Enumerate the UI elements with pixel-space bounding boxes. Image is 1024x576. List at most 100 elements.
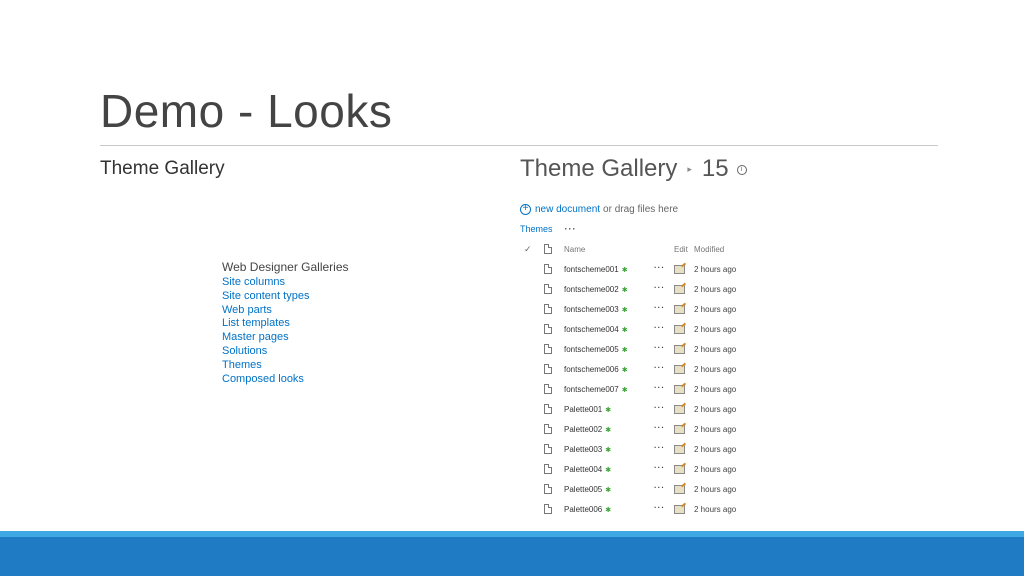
row-ellipsis-menu[interactable]: ··· bbox=[654, 303, 665, 312]
new-item-icon: ✱ bbox=[621, 387, 628, 394]
file-name[interactable]: fontscheme005 ✱ bbox=[564, 345, 628, 354]
file-name-text[interactable]: Palette003 bbox=[564, 445, 602, 454]
edit-icon[interactable] bbox=[674, 385, 685, 394]
file-name[interactable]: Palette006 ✱ bbox=[564, 505, 611, 514]
edit-icon[interactable] bbox=[674, 485, 685, 494]
row-ellipsis-menu[interactable]: ··· bbox=[654, 503, 665, 512]
table-row[interactable]: fontscheme007 ✱ ··· 2 hours ago bbox=[520, 380, 780, 400]
select-all-check[interactable]: ✓ bbox=[524, 244, 532, 255]
gallery-link-solutions[interactable]: Solutions bbox=[222, 345, 349, 359]
gallery-link-site-content-types[interactable]: Site content types bbox=[222, 290, 349, 304]
row-ellipsis-menu[interactable]: ··· bbox=[654, 463, 665, 472]
row-ellipsis-menu[interactable]: ··· bbox=[654, 483, 665, 492]
file-name[interactable]: Palette003 ✱ bbox=[564, 445, 611, 454]
edit-icon[interactable] bbox=[674, 305, 685, 314]
table-row[interactable]: Palette001 ✱ ··· 2 hours ago bbox=[520, 400, 780, 420]
row-ellipsis-menu[interactable]: ··· bbox=[654, 323, 665, 332]
edit-icon[interactable] bbox=[674, 285, 685, 294]
edit-icon[interactable] bbox=[674, 465, 685, 474]
file-name[interactable]: fontscheme002 ✱ bbox=[564, 285, 628, 294]
file-name-text[interactable]: fontscheme007 bbox=[564, 385, 619, 394]
header-edit: Edit bbox=[674, 245, 688, 254]
table-row[interactable]: fontscheme006 ✱ ··· 2 hours ago bbox=[520, 360, 780, 380]
modified-time: 2 hours ago bbox=[694, 285, 737, 294]
file-name[interactable]: Palette001 ✱ bbox=[564, 405, 611, 414]
row-ellipsis-menu[interactable]: ··· bbox=[654, 283, 665, 292]
row-ellipsis-menu[interactable]: ··· bbox=[654, 423, 665, 432]
row-ellipsis-menu[interactable]: ··· bbox=[654, 263, 665, 272]
table-row[interactable]: fontscheme002 ✱ ··· 2 hours ago bbox=[520, 280, 780, 300]
file-name-text[interactable]: fontscheme004 bbox=[564, 325, 619, 334]
modified-time: 2 hours ago bbox=[694, 425, 737, 434]
gallery-link-composed-looks[interactable]: Composed looks bbox=[222, 373, 349, 387]
gallery-link-master-pages[interactable]: Master pages bbox=[222, 331, 349, 345]
info-icon[interactable]: i bbox=[736, 165, 747, 175]
row-ellipsis-menu[interactable]: ··· bbox=[654, 343, 665, 352]
file-name-text[interactable]: fontscheme001 bbox=[564, 265, 619, 274]
document-icon bbox=[544, 324, 552, 334]
edit-icon[interactable] bbox=[674, 425, 685, 434]
edit-icon[interactable] bbox=[674, 265, 685, 274]
file-name[interactable]: Palette005 ✱ bbox=[564, 485, 611, 494]
file-name-text[interactable]: fontscheme006 bbox=[564, 365, 619, 374]
plus-circle-icon[interactable]: + bbox=[520, 204, 531, 215]
row-ellipsis-menu[interactable]: ··· bbox=[654, 403, 665, 412]
document-icon bbox=[544, 304, 552, 314]
file-name-text[interactable]: Palette005 bbox=[564, 485, 602, 494]
edit-icon[interactable] bbox=[674, 365, 685, 374]
gallery-link-themes[interactable]: Themes bbox=[222, 359, 349, 373]
table-row[interactable]: fontscheme001 ✱ ··· 2 hours ago bbox=[520, 260, 780, 280]
new-item-icon: ✱ bbox=[621, 347, 628, 354]
gallery-link-web-parts[interactable]: Web parts bbox=[222, 304, 349, 318]
new-item-icon: ✱ bbox=[621, 327, 628, 334]
table-row[interactable]: Palette006 ✱ ··· 2 hours ago bbox=[520, 500, 780, 520]
file-name-text[interactable]: fontscheme002 bbox=[564, 285, 619, 294]
table-row[interactable]: fontscheme004 ✱ ··· 2 hours ago bbox=[520, 320, 780, 340]
drag-files-text: or drag files here bbox=[603, 204, 679, 215]
gallery-link-list-templates[interactable]: List templates bbox=[222, 317, 349, 331]
file-name-text[interactable]: Palette001 bbox=[564, 405, 602, 414]
row-ellipsis-menu[interactable]: ··· bbox=[654, 363, 665, 372]
table-row[interactable]: Palette004 ✱ ··· 2 hours ago bbox=[520, 460, 780, 480]
new-item-icon: ✱ bbox=[605, 467, 612, 474]
gallery-link-site-columns[interactable]: Site columns bbox=[222, 276, 349, 290]
edit-icon[interactable] bbox=[674, 325, 685, 334]
breadcrumb-arrow-icon: ▸ bbox=[687, 163, 692, 174]
file-name[interactable]: fontscheme006 ✱ bbox=[564, 365, 628, 374]
edit-icon[interactable] bbox=[674, 405, 685, 414]
header-name[interactable]: Name bbox=[564, 245, 585, 254]
row-ellipsis-menu[interactable]: ··· bbox=[654, 383, 665, 392]
header-modified[interactable]: Modified bbox=[694, 245, 724, 254]
row-ellipsis-menu[interactable]: ··· bbox=[654, 443, 665, 452]
file-name[interactable]: fontscheme004 ✱ bbox=[564, 325, 628, 334]
table-row[interactable]: fontscheme003 ✱ ··· 2 hours ago bbox=[520, 300, 780, 320]
table-row[interactable]: Palette005 ✱ ··· 2 hours ago bbox=[520, 480, 780, 500]
view-themes[interactable]: Themes bbox=[520, 224, 553, 234]
slide-title: Demo - Looks bbox=[100, 85, 393, 137]
edit-icon[interactable] bbox=[674, 445, 685, 454]
file-name[interactable]: Palette004 ✱ bbox=[564, 465, 611, 474]
file-name[interactable]: fontscheme007 ✱ bbox=[564, 385, 628, 394]
file-name-text[interactable]: Palette004 bbox=[564, 465, 602, 474]
new-document-link[interactable]: new document bbox=[535, 204, 600, 215]
view-bar: Themes ··· bbox=[520, 224, 577, 234]
edit-icon[interactable] bbox=[674, 505, 685, 514]
table-row[interactable]: fontscheme005 ✱ ··· 2 hours ago bbox=[520, 340, 780, 360]
file-name-text[interactable]: fontscheme003 bbox=[564, 305, 619, 314]
file-type-header-icon bbox=[544, 244, 552, 254]
web-designer-galleries: Web Designer Galleries Site columns Site… bbox=[222, 260, 349, 386]
file-name[interactable]: fontscheme003 ✱ bbox=[564, 305, 628, 314]
file-name[interactable]: Palette002 ✱ bbox=[564, 425, 611, 434]
more-views-ellipsis[interactable]: ··· bbox=[565, 224, 577, 234]
modified-time: 2 hours ago bbox=[694, 445, 737, 454]
edit-icon[interactable] bbox=[674, 345, 685, 354]
modified-time: 2 hours ago bbox=[694, 465, 737, 474]
table-row[interactable]: Palette003 ✱ ··· 2 hours ago bbox=[520, 440, 780, 460]
file-name[interactable]: fontscheme001 ✱ bbox=[564, 265, 628, 274]
folder-name: 15 bbox=[701, 155, 729, 182]
table-row[interactable]: Palette002 ✱ ··· 2 hours ago bbox=[520, 420, 780, 440]
file-name-text[interactable]: fontscheme005 bbox=[564, 345, 619, 354]
file-name-text[interactable]: Palette006 bbox=[564, 505, 602, 514]
library-title[interactable]: Theme Gallery bbox=[520, 155, 677, 183]
file-name-text[interactable]: Palette002 bbox=[564, 425, 602, 434]
